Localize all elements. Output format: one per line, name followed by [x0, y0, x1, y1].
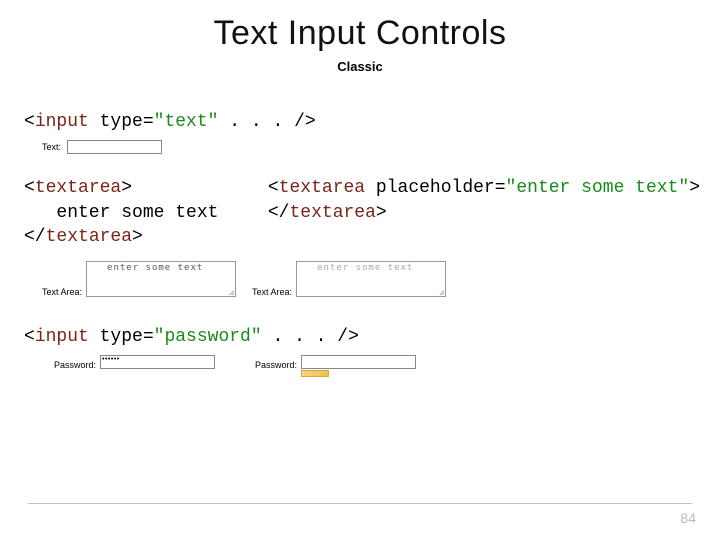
slide-title: Text Input Controls: [20, 14, 700, 53]
code-textarea-right: <textarea placeholder="enter some text">…: [268, 176, 700, 225]
resize-handle-icon[interactable]: [228, 289, 234, 295]
demo-input-text-row: Text:: [42, 140, 700, 154]
password-input-with-hint[interactable]: [301, 355, 416, 369]
footer-divider: [28, 503, 692, 504]
section-password: <input type="password" . . . /> Password…: [24, 325, 700, 374]
code-textarea-left: <textarea> enter some text </textarea>: [24, 176, 268, 249]
textarea-with-placeholder[interactable]: enter some text: [296, 261, 446, 297]
resize-handle-icon[interactable]: [438, 289, 444, 295]
slide-subtitle: Classic: [20, 59, 700, 74]
textarea-with-content[interactable]: enter some text: [86, 261, 236, 297]
code-input-password: <input type="password" . . . />: [24, 325, 700, 349]
textarea-placeholder-text: enter some text: [317, 263, 413, 273]
textarea-label-2: Text Area:: [252, 287, 292, 297]
section-input-text: <input type="text" . . . /> Text:: [24, 110, 700, 154]
slide: Text Input Controls Classic <input type=…: [0, 0, 720, 540]
password-label-1: Password:: [54, 360, 96, 370]
code-input-text: <input type="text" . . . />: [24, 110, 700, 134]
section-textarea: <textarea> enter some text </textarea> <…: [24, 176, 700, 297]
textarea-label-1: Text Area:: [42, 287, 82, 297]
password-label-2: Password:: [255, 360, 297, 370]
text-input[interactable]: [67, 140, 162, 154]
page-number: 84: [680, 510, 696, 526]
text-label: Text:: [42, 142, 61, 152]
demo-textarea-row: Text Area: enter some text Text Area: en…: [42, 261, 700, 297]
password-strength-indicator: [301, 370, 329, 377]
textarea-content-text: enter some text: [107, 263, 203, 273]
demo-password-row: Password: •••••• Password:: [54, 355, 700, 374]
password-mask-text: ••••••: [102, 356, 120, 363]
